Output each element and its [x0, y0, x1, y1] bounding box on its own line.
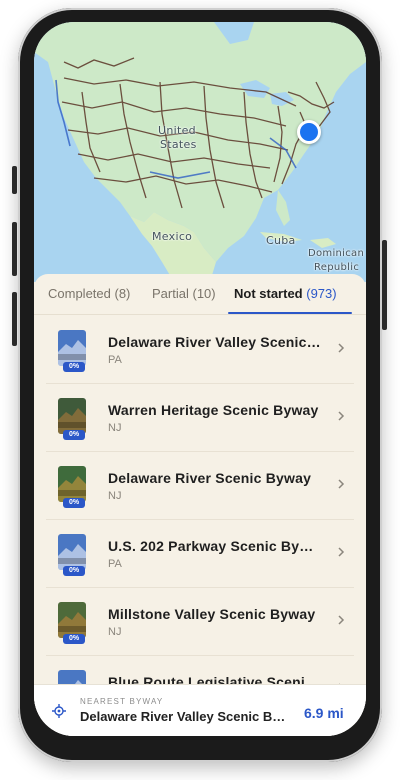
byway-title: Delaware River Valley Scenic Byway — [108, 334, 324, 350]
map-label-united-states: United — [158, 124, 196, 137]
byway-list-sheet: Completed (8) Partial (10) Not started (… — [34, 274, 366, 736]
tab-label: Partial — [152, 286, 189, 301]
map-basemap — [34, 22, 366, 282]
byway-state: PA — [108, 558, 122, 570]
byway-row[interactable]: 0% Warren Heritage Scenic Byway NJ — [34, 384, 366, 452]
tab-label: Not started — [234, 286, 303, 301]
byway-title: U.S. 202 Parkway Scenic Byway — [108, 538, 324, 554]
byway-row[interactable]: 0% Delaware River Scenic Byway NJ — [34, 452, 366, 520]
progress-badge: 0% — [63, 362, 85, 372]
byway-badge-icon — [58, 602, 86, 638]
chevron-right-icon — [338, 547, 345, 557]
byway-row[interactable]: 0% U.S. 202 Parkway Scenic Byway PA — [34, 520, 366, 588]
progress-badge: 0% — [63, 566, 85, 576]
map-label-united-states-2: States — [160, 138, 197, 151]
byway-title: Warren Heritage Scenic Byway — [108, 402, 319, 418]
byway-state: PA — [108, 354, 122, 366]
side-button-volume-up — [12, 222, 17, 276]
byway-title: Delaware River Scenic Byway — [108, 470, 312, 486]
tab-count: (8) — [114, 286, 131, 301]
tabs-divider — [34, 314, 366, 315]
tab-label: Completed — [48, 286, 111, 301]
locate-icon — [52, 704, 66, 718]
byway-row[interactable]: 0% Delaware River Valley Scenic Byway PA — [34, 316, 366, 384]
chevron-right-icon — [338, 479, 345, 489]
nearest-byway-name: Delaware River Valley Scenic Byway — [80, 709, 292, 724]
byway-badge-icon — [58, 466, 86, 502]
map-label-dominican-republic-2: Republic — [314, 262, 360, 273]
byway-badge-icon — [58, 330, 86, 366]
progress-badge: 0% — [63, 634, 85, 644]
map-label-dominican-republic: Dominican — [308, 248, 365, 259]
byway-state: NJ — [108, 490, 122, 502]
app-screen: United States Mexico Cuba Dominican Repu… — [34, 22, 366, 736]
byway-title: Millstone Valley Scenic Byway — [108, 606, 316, 622]
side-button-power — [382, 240, 387, 330]
nearest-byway-kicker: NEAREST BYWAY — [80, 697, 164, 706]
tab-completed[interactable]: Completed (8) — [48, 286, 130, 301]
byway-badge-icon — [58, 398, 86, 434]
byway-state: NJ — [108, 626, 122, 638]
tab-count: (10) — [192, 286, 216, 301]
byway-row[interactable]: 0% Millstone Valley Scenic Byway NJ — [34, 588, 366, 656]
chevron-right-icon — [338, 343, 345, 353]
side-button-volume-down — [12, 292, 17, 346]
side-button-mute — [12, 166, 17, 194]
current-location-dot — [297, 120, 321, 144]
progress-badge: 0% — [63, 498, 85, 508]
progress-badge: 0% — [63, 430, 85, 440]
nearest-byway-distance: 6.9 mi — [304, 705, 344, 721]
nearest-byway-bar[interactable]: NEAREST BYWAY Delaware River Valley Scen… — [34, 684, 366, 736]
status-tabs: Completed (8) Partial (10) Not started (… — [34, 274, 366, 314]
byway-badge-icon — [58, 534, 86, 570]
map-label-cuba: Cuba — [266, 234, 296, 247]
map-label-mexico: Mexico — [152, 230, 193, 243]
chevron-right-icon — [338, 411, 345, 421]
tab-partial[interactable]: Partial (10) — [152, 286, 216, 301]
tab-count: (973) — [306, 286, 337, 301]
tab-not-started[interactable]: Not started (973) — [234, 286, 337, 301]
byway-state: NJ — [108, 422, 122, 434]
map-view[interactable]: United States Mexico Cuba Dominican Repu… — [34, 22, 366, 282]
chevron-right-icon — [338, 615, 345, 625]
